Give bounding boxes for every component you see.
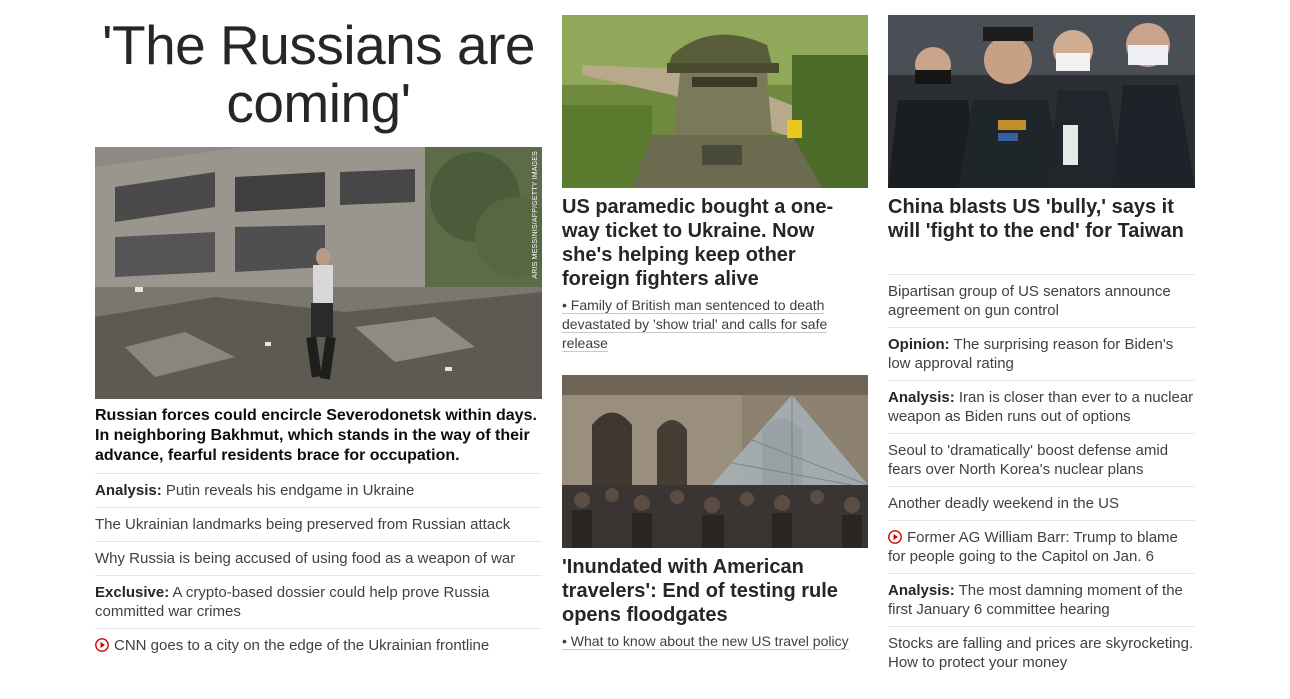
item-prefix: Opinion:	[888, 336, 950, 353]
lead-summary[interactable]: Russian forces could encircle Severodone…	[95, 406, 542, 466]
item-text: Why Russia is being accused of using foo…	[95, 550, 516, 567]
list-item[interactable]: Why Russia is being accused of using foo…	[95, 541, 542, 575]
lead-related-list: Analysis: Putin reveals his endgame in U…	[95, 473, 542, 662]
item-text: CNN goes to a city on the edge of the Uk…	[114, 637, 490, 654]
travel-headline[interactable]: 'Inundated with American travelers': End…	[562, 555, 868, 627]
list-item[interactable]: Seoul to 'dramatically' boost defense am…	[888, 433, 1195, 486]
list-item[interactable]: Analysis: The most damning moment of the…	[888, 573, 1195, 626]
item-text: Bipartisan group of US senators announce…	[888, 283, 1171, 319]
item-prefix: Analysis:	[888, 389, 955, 406]
video-play-icon	[888, 530, 902, 544]
list-item[interactable]: Stocks are falling and prices are skyroc…	[888, 626, 1195, 679]
item-prefix: Analysis:	[95, 482, 162, 499]
list-item[interactable]: Exclusive: A crypto-based dossier could …	[95, 575, 542, 628]
paramedic-photo[interactable]	[562, 15, 868, 188]
item-text: Former AG William Barr: Trump to blame f…	[888, 529, 1178, 565]
list-item[interactable]: Analysis: Iran is closer than ever to a …	[888, 380, 1195, 433]
item-prefix: Exclusive:	[95, 584, 170, 601]
item-text: Stocks are falling and prices are skyroc…	[888, 635, 1194, 671]
item-text: The Ukrainian landmarks being preserved …	[95, 516, 511, 533]
paramedic-headline[interactable]: US paramedic bought a one-way ticket to …	[562, 195, 868, 291]
lead-story-photo[interactable]: ARIS MESSINIS/AFP/GETTY IMAGES	[95, 147, 542, 399]
louvre-photo[interactable]	[562, 375, 868, 548]
list-item[interactable]: Analysis: Putin reveals his endgame in U…	[95, 473, 542, 507]
paramedic-related-link[interactable]: • Family of British man sentenced to dea…	[562, 296, 842, 353]
related-text: • Family of British man sentenced to dea…	[562, 297, 828, 352]
list-item[interactable]: Opinion: The surprising reason for Biden…	[888, 327, 1195, 380]
list-item[interactable]: Another deadly weekend in the US	[888, 486, 1195, 520]
item-text: Seoul to 'dramatically' boost defense am…	[888, 442, 1169, 478]
video-play-icon	[95, 638, 109, 652]
list-item[interactable]: Bipartisan group of US senators announce…	[888, 274, 1195, 327]
right-related-list: Bipartisan group of US senators announce…	[888, 274, 1195, 679]
photo-credit: ARIS MESSINIS/AFP/GETTY IMAGES	[532, 151, 539, 279]
china-officials-photo[interactable]	[888, 15, 1195, 188]
travel-related-link[interactable]: • What to know about the new US travel p…	[562, 632, 868, 651]
item-text: Putin reveals his endgame in Ukraine	[161, 482, 415, 499]
item-prefix: Analysis:	[888, 582, 955, 599]
item-text: Another deadly weekend in the US	[888, 495, 1119, 512]
list-item[interactable]: Former AG William Barr: Trump to blame f…	[888, 520, 1195, 573]
list-item[interactable]: The Ukrainian landmarks being preserved …	[95, 507, 542, 541]
list-item[interactable]: CNN goes to a city on the edge of the Uk…	[95, 628, 542, 662]
related-text: • What to know about the new US travel p…	[562, 633, 849, 650]
lead-headline[interactable]: 'The Russians are coming'	[95, 16, 542, 132]
china-headline[interactable]: China blasts US 'bully,' says it will 'f…	[888, 195, 1195, 243]
